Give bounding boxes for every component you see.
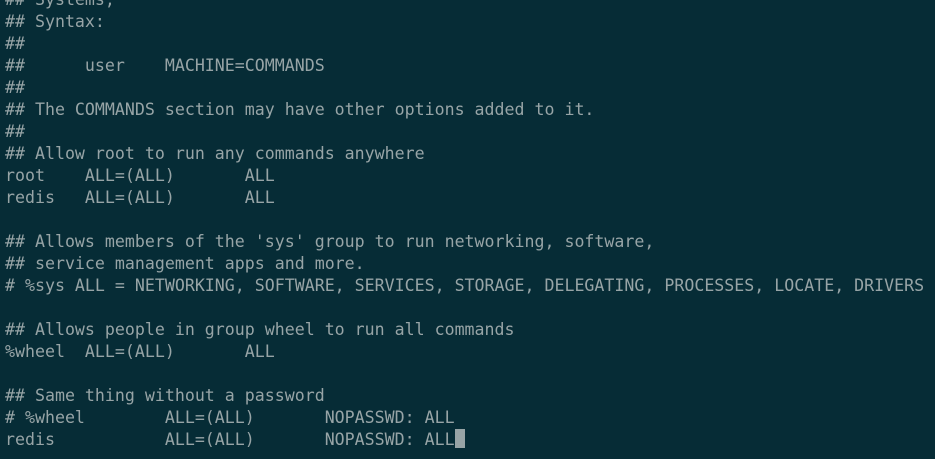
text-line (5, 297, 924, 319)
sudoers-editor[interactable]: ## Systems, ## Syntax: ## ## user MACHIN… (5, 0, 924, 451)
text-line: ## (5, 78, 25, 97)
cursor-line: redis ALL=(ALL) NOPASSWD: ALL (5, 429, 924, 451)
text-line: ## Allows members of the 'sys' group to … (5, 232, 655, 251)
text-line: ## Syntax: (5, 12, 105, 31)
text-line: ## (5, 34, 25, 53)
text-line: ## The COMMANDS section may have other o… (5, 100, 595, 119)
text-line: ## Same thing without a password (5, 386, 325, 405)
text-line (5, 209, 924, 231)
text-line: ## Systems, (5, 0, 924, 11)
text-line: ## user MACHINE=COMMANDS (5, 56, 325, 75)
text-line: # %sys ALL = NETWORKING, SOFTWARE, SERVI… (5, 276, 925, 295)
text-line: %wheel ALL=(ALL) ALL (5, 342, 275, 361)
text-cursor (454, 429, 465, 448)
text-line: ## service management apps and more. (5, 254, 365, 273)
text-line (5, 363, 924, 385)
text-line: redis ALL=(ALL) NOPASSWD: ALL (5, 430, 455, 449)
text-line: redis ALL=(ALL) ALL (5, 188, 275, 207)
terminal-window[interactable]: ## Systems, ## Syntax: ## ## user MACHIN… (0, 0, 935, 459)
text-line: root ALL=(ALL) ALL (5, 166, 275, 185)
text-line: ## Allow root to run any commands anywhe… (5, 144, 425, 163)
text-line: # %wheel ALL=(ALL) NOPASSWD: ALL (5, 408, 455, 427)
text-line: ## (5, 122, 25, 141)
text-line: ## Allows people in group wheel to run a… (5, 320, 515, 339)
